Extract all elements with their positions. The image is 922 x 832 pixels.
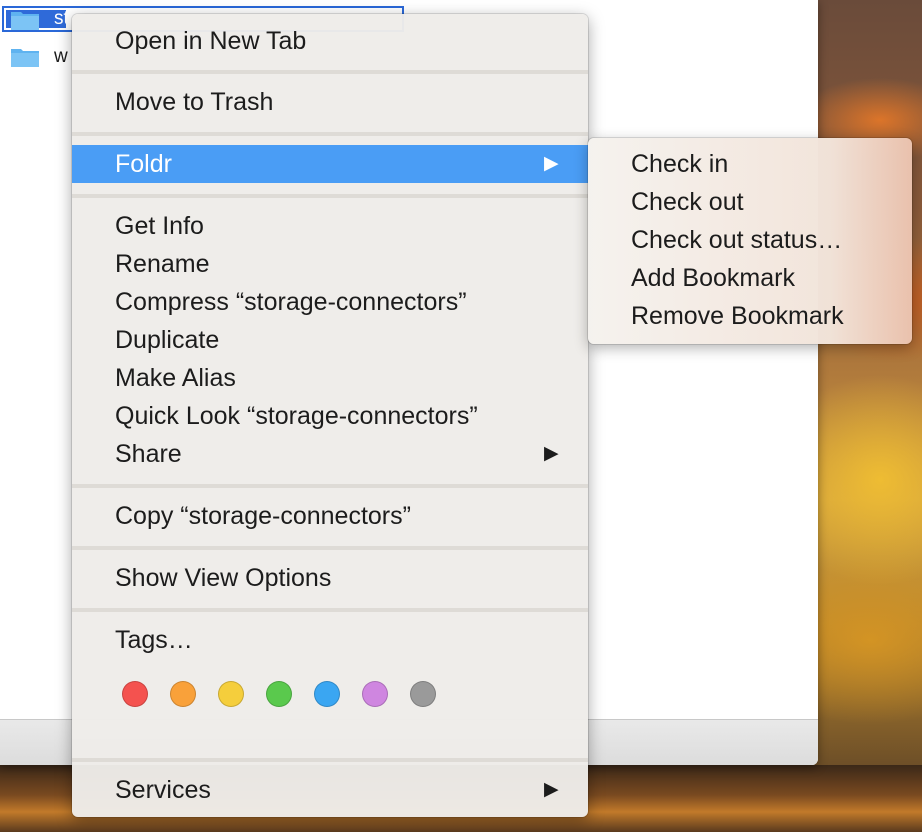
foldr-submenu: Check in Check out Check out status… Add…: [588, 138, 912, 344]
menu-separator: [72, 194, 588, 198]
folder-icon: [11, 12, 39, 30]
menu-item-move-to-trash[interactable]: Move to Trash: [72, 83, 588, 121]
folder-icon: [11, 49, 39, 67]
menu-item-label: Compress “storage-connectors”: [115, 288, 467, 316]
submenu-item-add-bookmark[interactable]: Add Bookmark: [588, 259, 912, 297]
menu-item-compress[interactable]: Compress “storage-connectors”: [72, 283, 588, 321]
submenu-arrow-icon: ▶: [544, 779, 559, 800]
menu-item-label: Check in: [631, 150, 729, 178]
menu-item-label: Add Bookmark: [631, 264, 795, 292]
menu-item-copy[interactable]: Copy “storage-connectors”: [72, 497, 588, 535]
menu-item-label: Foldr: [115, 150, 172, 178]
submenu-item-check-in[interactable]: Check in: [588, 145, 912, 183]
menu-item-label: Services: [115, 776, 211, 804]
menu-item-label: Show View Options: [115, 564, 332, 592]
menu-separator: [72, 132, 588, 136]
submenu-arrow-icon: ▶: [544, 443, 559, 464]
tag-dot-gray[interactable]: [410, 681, 436, 707]
menu-item-label: Check out: [631, 188, 744, 216]
menu-item-share[interactable]: Share ▶: [72, 435, 588, 473]
menu-item-services[interactable]: Services ▶: [72, 771, 588, 809]
submenu-arrow-icon: ▶: [544, 153, 559, 174]
tag-dot-red[interactable]: [122, 681, 148, 707]
menu-item-quick-look[interactable]: Quick Look “storage-connectors”: [72, 397, 588, 435]
file-name: st: [54, 8, 69, 29]
tag-dot-purple[interactable]: [362, 681, 388, 707]
menu-separator: [72, 546, 588, 550]
menu-item-label: Make Alias: [115, 364, 236, 392]
submenu-item-check-out-status[interactable]: Check out status…: [588, 221, 912, 259]
menu-separator: [72, 758, 588, 762]
menu-item-label: Move to Trash: [115, 88, 274, 116]
menu-item-label: Get Info: [115, 212, 204, 240]
menu-item-duplicate[interactable]: Duplicate: [72, 321, 588, 359]
menu-item-label: Quick Look “storage-connectors”: [115, 402, 478, 430]
menu-item-label: Share: [115, 440, 182, 468]
menu-item-get-info[interactable]: Get Info: [72, 207, 588, 245]
tag-dot-green[interactable]: [266, 681, 292, 707]
menu-separator: [72, 484, 588, 488]
menu-item-label: Rename: [115, 250, 210, 278]
submenu-item-remove-bookmark[interactable]: Remove Bookmark: [588, 297, 912, 335]
menu-separator: [72, 70, 588, 74]
menu-item-label: Duplicate: [115, 326, 220, 354]
tag-dot-yellow[interactable]: [218, 681, 244, 707]
tag-dot-orange[interactable]: [170, 681, 196, 707]
menu-item-make-alias[interactable]: Make Alias: [72, 359, 588, 397]
submenu-item-check-out[interactable]: Check out: [588, 183, 912, 221]
menu-item-label: Tags…: [115, 626, 193, 654]
menu-item-label: Copy “storage-connectors”: [115, 502, 411, 530]
menu-item-open-in-new-tab[interactable]: Open in New Tab: [72, 22, 588, 60]
menu-item-foldr[interactable]: Foldr ▶: [72, 145, 588, 183]
menu-item-label: Remove Bookmark: [631, 302, 844, 330]
menu-item-label: Open in New Tab: [115, 27, 307, 55]
menu-item-rename[interactable]: Rename: [72, 245, 588, 283]
menu-item-tags[interactable]: Tags…: [72, 621, 588, 659]
tag-dot-blue[interactable]: [314, 681, 340, 707]
file-name: w: [54, 46, 68, 67]
menu-separator: [72, 608, 588, 612]
context-menu: Open in New Tab Move to Trash Foldr ▶ Ge…: [72, 14, 588, 817]
menu-item-show-view-options[interactable]: Show View Options: [72, 559, 588, 597]
menu-item-label: Check out status…: [631, 226, 843, 254]
